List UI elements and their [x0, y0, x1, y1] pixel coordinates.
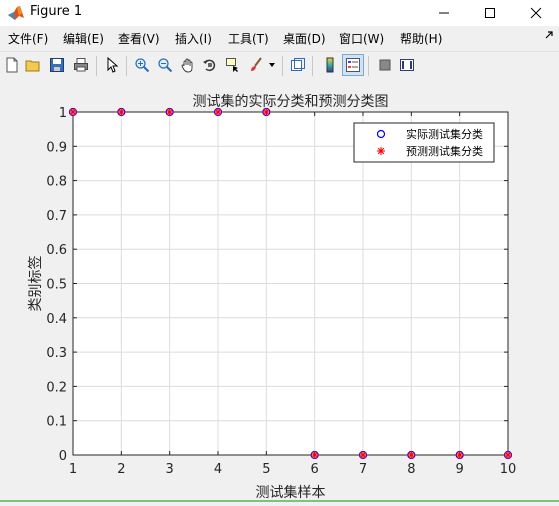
title-bar: Figure 1	[0, 0, 559, 26]
menu-bar: 文件(F) 编辑(E) 查看(V) 插入(I) 工具(T) 桌面(D) 窗口(W…	[0, 28, 559, 50]
chart-title: 测试集的实际分类和预测分类图	[193, 93, 389, 110]
zoom-out-icon	[158, 58, 173, 73]
hide-plot-tools-button[interactable]	[375, 55, 395, 75]
y-tick-label: 1	[59, 106, 67, 121]
predicted-point-marker	[504, 451, 512, 459]
x-tick-label: 1	[69, 462, 77, 477]
pointer-button[interactable]	[102, 55, 122, 75]
zoom-out-button[interactable]	[155, 55, 175, 75]
open-file-button[interactable]	[23, 55, 43, 75]
pan-icon	[181, 58, 193, 73]
minimize-button[interactable]	[421, 0, 467, 26]
y-tick-label: 0.7	[46, 209, 67, 224]
y-tick-label: 0.8	[46, 175, 67, 190]
figure-toolbar	[0, 51, 559, 81]
menu-view[interactable]: 查看(V)	[118, 31, 160, 47]
menu-desktop[interactable]: 桌面(D)	[283, 31, 326, 47]
predicted-point-marker	[310, 451, 319, 459]
y-tick-label: 0.5	[46, 278, 67, 293]
matlab-logo-icon	[8, 6, 24, 20]
predicted-point-marker	[262, 108, 271, 116]
x-tick-label: 6	[311, 462, 319, 477]
link-plot-icon	[291, 58, 305, 71]
predicted-point-marker	[455, 451, 464, 459]
y-tick-label: 0.1	[46, 415, 67, 430]
toolbar-separator	[126, 56, 127, 76]
x-tick-label: 9	[456, 462, 464, 477]
zoom-in-icon	[135, 58, 150, 73]
menu-edit[interactable]: 编辑(E)	[63, 31, 104, 47]
legend-entry-label: 实际测试集分类	[406, 127, 483, 141]
pan-button[interactable]	[178, 55, 198, 75]
toolbar-separator	[282, 56, 283, 76]
maximize-button[interactable]	[467, 0, 513, 26]
menu-insert[interactable]: 插入(I)	[175, 31, 212, 47]
predicted-point-marker	[165, 108, 174, 116]
plot-svg[interactable]: 1 2 3 4 5 6 7 8 9 10 0 0.1 0.2 0.3 0.4 0.5 0.6 0.7 0.8 0.9 1…	[0, 80, 559, 502]
new-figure-button[interactable]	[2, 55, 22, 75]
minimize-icon	[439, 12, 449, 14]
legend-entry-label: 预测测试集分类	[406, 144, 483, 158]
brush-button[interactable]	[246, 55, 266, 75]
data-cursor-button[interactable]	[223, 55, 243, 75]
colorbar-button[interactable]	[320, 55, 340, 75]
legend-button[interactable]	[342, 54, 364, 76]
brush-icon	[251, 57, 262, 71]
new-figure-icon	[6, 57, 18, 73]
print-button[interactable]	[71, 55, 91, 75]
toolbar-separator	[96, 56, 97, 76]
close-button[interactable]	[513, 0, 559, 26]
predicted-point-marker	[69, 108, 77, 116]
figure-canvas: 1 2 3 4 5 6 7 8 9 10 0 0.1 0.2 0.3 0.4 0.5 0.6 0.7 0.8 0.9 1…	[0, 80, 559, 502]
data-cursor-icon	[226, 58, 238, 72]
menu-help[interactable]: 帮助(H)	[400, 31, 442, 47]
predicted-point-marker	[214, 108, 222, 116]
colorbar-icon	[326, 57, 334, 73]
rotate-3d-icon	[203, 59, 216, 72]
close-icon	[530, 7, 542, 19]
legend-icon	[346, 58, 360, 72]
menu-file[interactable]: 文件(F)	[8, 31, 48, 47]
save-button[interactable]	[47, 55, 67, 75]
x-tick-label: 5	[262, 462, 270, 477]
x-tick-label: 4	[214, 462, 222, 477]
link-plot-button[interactable]	[288, 55, 308, 75]
open-file-icon	[25, 60, 40, 72]
predicted-point-marker	[359, 451, 367, 459]
window-title: Figure 1	[30, 4, 83, 19]
predicted-point-marker	[117, 108, 126, 116]
x-tick-label: 10	[500, 462, 517, 477]
x-tick-label: 7	[359, 462, 367, 477]
y-tick-label: 0.2	[46, 380, 67, 395]
maximize-icon	[485, 8, 495, 18]
y-tick-label: 0.9	[46, 140, 67, 155]
toolbar-separator	[312, 56, 313, 76]
menu-tools[interactable]: 工具(T)	[228, 31, 269, 47]
predicted-point-marker	[377, 147, 385, 155]
x-tick-label: 3	[166, 462, 174, 477]
y-tick-label: 0.3	[46, 346, 67, 361]
hide-plot-tools-icon	[379, 59, 391, 71]
brush-dropdown-icon	[269, 63, 275, 67]
print-icon	[74, 58, 88, 72]
show-plot-tools-icon	[400, 59, 414, 71]
zoom-in-button[interactable]	[132, 55, 152, 75]
pointer-icon	[107, 57, 119, 73]
show-plot-tools-button[interactable]	[397, 55, 417, 75]
x-axis-label: 测试集样本	[256, 484, 326, 501]
toolbar-separator	[368, 56, 369, 76]
x-tick-label: 2	[117, 462, 125, 477]
save-icon	[50, 58, 64, 72]
y-tick-label: 0.4	[46, 312, 67, 327]
y-axis-label: 类别标签	[27, 256, 44, 312]
y-tick-label: 0.6	[46, 243, 67, 258]
x-tick-label: 8	[407, 462, 415, 477]
y-tick-label: 0	[59, 449, 67, 464]
predicted-point-marker	[407, 451, 416, 459]
menu-dock-arrow-icon[interactable]	[543, 29, 555, 41]
brush-dropdown-button[interactable]	[266, 55, 278, 75]
menu-window[interactable]: 窗口(W)	[339, 31, 384, 47]
rotate-3d-button[interactable]	[200, 55, 220, 75]
